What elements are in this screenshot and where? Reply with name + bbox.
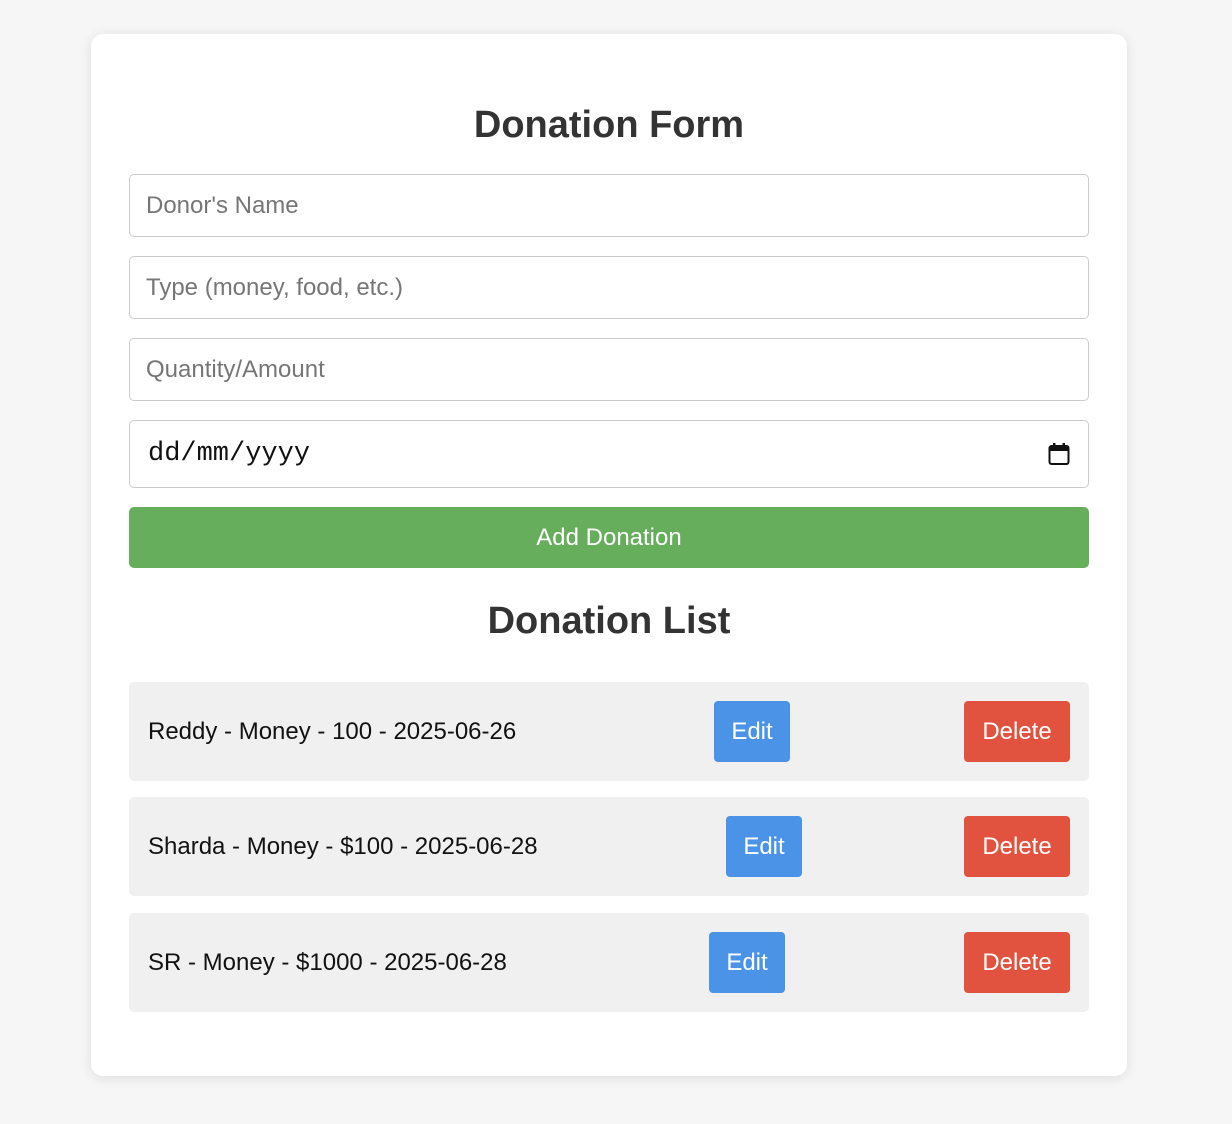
donation-row-text: SR - Money - $1000 - 2025-06-28 [148,948,507,976]
list-title: Donation List [487,600,731,642]
donation-row: SR - Money - $1000 - 2025-06-28 Edit Del… [129,913,1089,1012]
donation-row: Sharda - Money - $100 - 2025-06-28 Edit … [129,797,1089,896]
form-title: Donation Form [473,104,745,146]
donor-name-input[interactable] [129,174,1089,237]
delete-button[interactable]: Delete [964,932,1070,993]
delete-button[interactable]: Delete [964,701,1070,762]
donation-row-text: Reddy - Money - 100 - 2025-06-26 [148,717,517,745]
donation-card: Donation Form dd/mm/yyyy Add Donation Do… [91,34,1127,1076]
add-donation-button[interactable]: Add Donation [129,507,1089,568]
donation-type-input[interactable] [129,256,1089,319]
quantity-input[interactable] [129,338,1089,401]
date-input-placeholder: dd/mm/yyyy [148,439,311,469]
delete-button[interactable]: Delete [964,816,1070,877]
calendar-icon[interactable] [1048,442,1070,466]
edit-button[interactable]: Edit [709,932,785,993]
donation-row-text: Sharda - Money - $100 - 2025-06-28 [148,832,538,860]
date-input[interactable]: dd/mm/yyyy [129,420,1089,488]
donation-row: Reddy - Money - 100 - 2025-06-26 Edit De… [129,682,1089,781]
edit-button[interactable]: Edit [726,816,802,877]
edit-button[interactable]: Edit [714,701,790,762]
